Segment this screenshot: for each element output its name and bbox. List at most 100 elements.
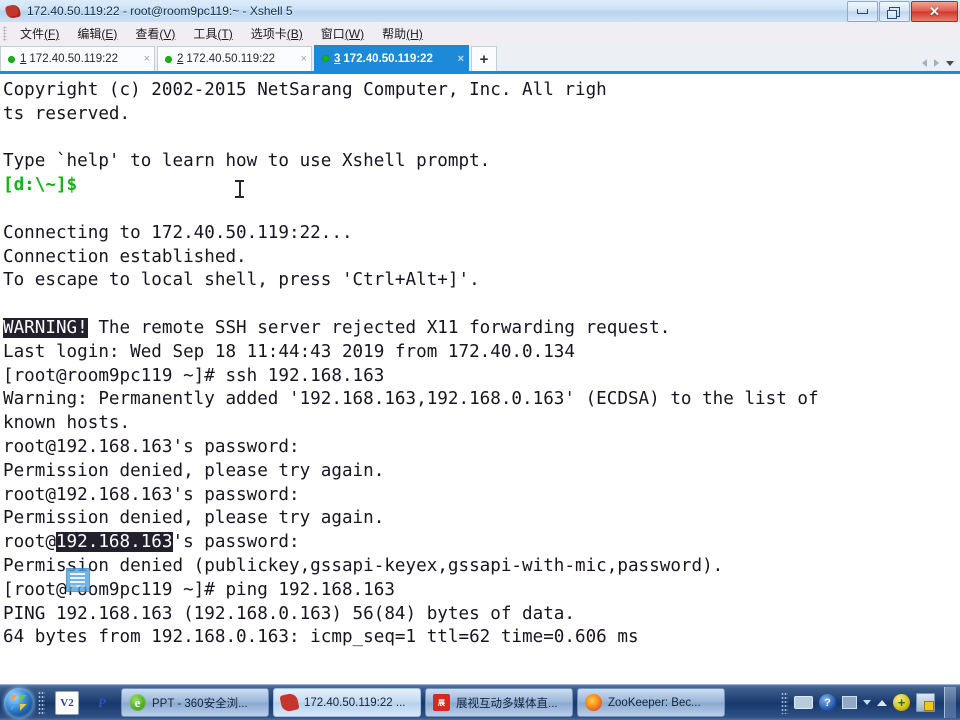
menu-bar: 文件(F) 编辑(E) 查看(V) 工具(T) 选项卡(B) 窗口(W) 帮助(… <box>0 22 960 45</box>
menu-item-edit[interactable]: 编辑(E) <box>68 23 126 44</box>
network-icon[interactable] <box>842 696 857 709</box>
terminal-line: WARNING! The remote SSH server rejected … <box>3 317 671 338</box>
tab-close-icon[interactable]: × <box>144 53 150 65</box>
connection-status-icon <box>322 55 329 62</box>
menu-mnemonic: (E) <box>101 26 118 41</box>
quicklaunch-grip-icon <box>38 690 45 715</box>
terminal-line: To escape to local shell, press 'Ctrl+Al… <box>3 270 480 291</box>
menu-item-file[interactable]: 文件(F) <box>11 23 68 44</box>
new-tab-button[interactable]: + <box>471 46 497 71</box>
terminal-line: Permission denied, please try again. <box>3 460 385 481</box>
tab-scroll-left-icon[interactable] <box>922 59 927 67</box>
menu-mnemonic: (V) <box>159 26 176 41</box>
action-center-icon[interactable] <box>916 693 935 712</box>
tab-label: 172.40.50.119:22 <box>29 53 119 65</box>
menu-item-window[interactable]: 窗口(W) <box>312 23 373 44</box>
menu-item-view[interactable]: 查看(V) <box>126 23 184 44</box>
menu-mnemonic: (F) <box>44 26 60 41</box>
menu-item-tabs[interactable]: 选项卡(B) <box>242 23 312 44</box>
taskbar-button-label: 展视互动多媒体直... <box>456 697 558 710</box>
media-icon: 展 <box>433 694 450 711</box>
terminal-line: root@192.168.163's password: <box>3 532 300 553</box>
tab-label: 172.40.50.119:22 <box>186 53 276 65</box>
menu-item-tools[interactable]: 工具(T) <box>184 23 241 44</box>
p-icon[interactable]: P <box>91 692 113 714</box>
tab-session-1[interactable]: 1 172.40.50.119:22 × <box>0 46 155 71</box>
window-title: 172.40.50.119:22 - root@room9pc119:~ - X… <box>27 4 293 18</box>
connection-status-icon <box>8 55 15 63</box>
start-button-icon[interactable] <box>4 687 34 718</box>
tab-bar: 1 172.40.50.119:22 × 2 172.40.50.119:22 … <box>0 44 960 74</box>
tab-navigation <box>922 59 954 67</box>
tray-grip-icon <box>781 691 788 714</box>
terminal-line: [d:\~]$ <box>3 175 78 196</box>
tab-number: 3 <box>334 52 341 65</box>
system-tray: ? <box>781 687 960 718</box>
chevron-down-icon[interactable] <box>863 700 871 705</box>
desktop: 172.40.50.119:22 - root@room9pc119:~ - X… <box>0 0 960 720</box>
close-icon: ✕ <box>929 4 940 19</box>
terminal-output[interactable]: Copyright (c) 2002-2015 NetSarang Comput… <box>0 74 960 685</box>
menu-label: 工具 <box>193 26 218 41</box>
menu-mnemonic: (W) <box>344 26 365 41</box>
tab-session-3[interactable]: 3 172.40.50.119:22 × <box>314 45 469 71</box>
menu-label: 文件 <box>20 26 45 41</box>
tab-list-dropdown-icon[interactable] <box>946 60 954 66</box>
menu-mnemonic: (B) <box>286 26 303 41</box>
menu-label: 帮助 <box>382 26 407 41</box>
menu-grip-icon <box>3 25 7 41</box>
terminal-line: Type `help' to learn how to use Xshell p… <box>3 151 491 172</box>
terminal-line: Connecting to 172.40.50.119:22... <box>3 222 353 243</box>
terminal-line: Warning: Permanently added '192.168.163,… <box>3 389 819 410</box>
menu-mnemonic: (T) <box>217 26 233 41</box>
terminal-line: PING 192.168.163 (192.168.0.163) 56(84) … <box>3 603 575 624</box>
keyboard-ime-icon[interactable] <box>794 696 813 709</box>
tab-session-2[interactable]: 2 172.40.50.119:22 × <box>157 46 312 71</box>
xshell-icon <box>4 3 22 20</box>
terminal-line: Last login: Wed Sep 18 11:44:43 2019 fro… <box>3 341 575 362</box>
terminal-line: Permission denied (publickey,gssapi-keye… <box>3 555 724 576</box>
tab-close-icon[interactable]: × <box>458 53 464 65</box>
taskbar-button-label: PPT - 360安全浏... <box>152 697 248 710</box>
text-cursor-icon <box>235 180 244 198</box>
terminal-line: 64 bytes from 192.168.0.163: icmp_seq=1 … <box>3 627 639 648</box>
taskbar-button-firefox[interactable]: ZooKeeper: Bec... <box>577 688 725 717</box>
menu-mnemonic: (H) <box>406 26 423 41</box>
terminal-line: Connection established. <box>3 246 247 267</box>
xshell-icon <box>279 692 300 713</box>
menu-label: 查看 <box>135 26 160 41</box>
window-controls: ✕ <box>847 1 958 22</box>
taskbar-button-browser[interactable]: PPT - 360安全浏... <box>121 688 269 717</box>
minimize-button[interactable] <box>847 1 878 22</box>
maximize-button[interactable] <box>879 1 910 22</box>
show-hidden-icons-icon[interactable] <box>877 699 887 706</box>
window-titlebar[interactable]: 172.40.50.119:22 - root@room9pc119:~ - X… <box>0 0 960 23</box>
tab-number: 2 <box>177 53 184 65</box>
taskbar-button-label: ZooKeeper: Bec... <box>608 696 701 709</box>
v2-icon[interactable]: V2 <box>55 690 79 715</box>
firefox-icon <box>585 694 602 711</box>
taskbar-button-media[interactable]: 展 展视互动多媒体直... <box>425 688 573 717</box>
menu-label: 选项卡 <box>250 26 287 41</box>
taskbar-button-xshell[interactable]: 172.40.50.119:22 ... <box>273 688 421 717</box>
show-desktop-button[interactable] <box>944 687 956 718</box>
tab-number: 1 <box>20 53 27 65</box>
terminal-line: Copyright (c) 2002-2015 NetSarang Comput… <box>3 80 607 100</box>
ime-composition-indicator <box>66 568 90 592</box>
terminal-line: [root@room9pc119 ~]# ssh 192.168.163 <box>3 365 385 386</box>
terminal-line: ts reserved. <box>3 103 131 124</box>
browser-icon <box>129 694 146 711</box>
terminal-line: [root@room9pc119 ~]# ping 192.168.163 <box>3 579 395 600</box>
help-icon[interactable]: ? <box>819 694 836 711</box>
close-button[interactable]: ✕ <box>911 1 958 22</box>
security-shield-icon[interactable] <box>893 694 910 711</box>
tab-scroll-right-icon[interactable] <box>934 59 939 67</box>
menu-item-help[interactable]: 帮助(H) <box>373 23 432 44</box>
menu-label: 编辑 <box>77 26 102 41</box>
menu-label: 窗口 <box>320 26 345 41</box>
windows-taskbar: V2 P PPT - 360安全浏... 172.40.50.119:22 ..… <box>0 684 960 720</box>
tab-close-icon[interactable]: × <box>301 53 307 65</box>
